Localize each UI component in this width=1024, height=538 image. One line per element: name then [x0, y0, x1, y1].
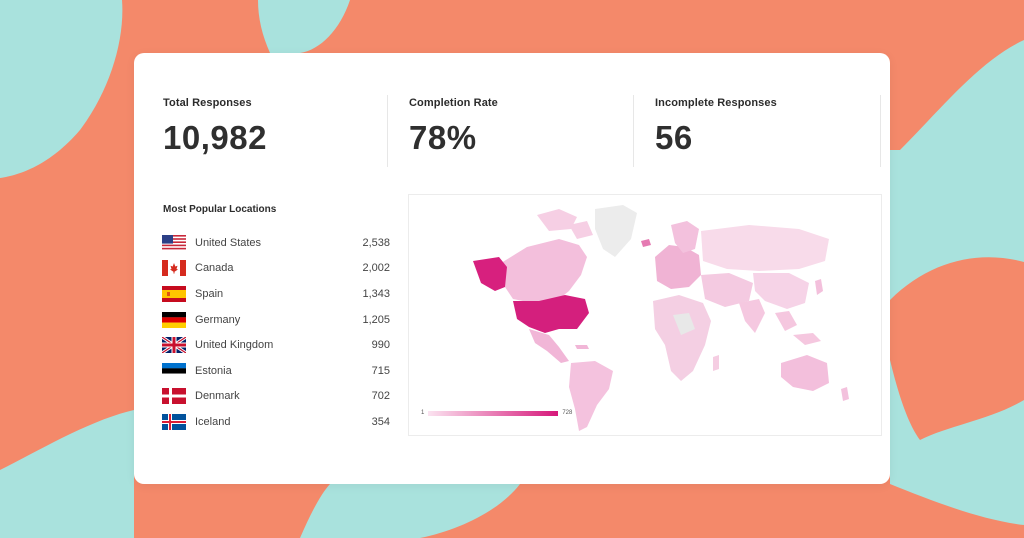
list-item: Iceland 354: [162, 409, 390, 435]
flag-dk-icon: [162, 388, 186, 405]
location-count: 715: [371, 364, 390, 377]
stat-completion-rate: Completion Rate 78%: [409, 97, 639, 157]
legend-max-label: 728: [562, 410, 573, 416]
stat-label: Incomplete Responses: [655, 97, 777, 109]
list-item: Spain 1,343: [162, 281, 390, 307]
location-name: Estonia: [195, 364, 232, 377]
location-count: 702: [371, 390, 390, 403]
location-count: 354: [371, 415, 390, 428]
location-count: 1,343: [362, 287, 390, 300]
world-map-graphic: [473, 205, 849, 431]
flag-ee-icon: [162, 362, 186, 379]
list-item: United Kingdom 990: [162, 332, 390, 358]
flag-gb-icon: [162, 337, 186, 354]
location-name: United Kingdom: [195, 339, 274, 352]
legend-min-label: 1: [421, 410, 425, 416]
stat-label: Completion Rate: [409, 97, 498, 109]
flag-de-icon: [162, 311, 186, 328]
location-name: Canada: [195, 262, 234, 275]
stat-total-responses: Total Responses 10,982: [163, 97, 393, 157]
list-item: Estonia 715: [162, 358, 390, 384]
location-name: Spain: [195, 287, 224, 300]
location-count: 1,205: [362, 313, 390, 326]
divider: [387, 95, 388, 167]
list-item: Germany 1,205: [162, 307, 390, 333]
flag-ca-icon: [162, 260, 186, 277]
divider: [633, 95, 634, 167]
flag-es-icon: [162, 285, 186, 302]
location-count: 2,538: [362, 236, 390, 249]
location-name: Germany: [195, 313, 241, 326]
location-count: 2,002: [362, 262, 390, 275]
legend-gradient-bar: [428, 410, 559, 416]
map-legend: 1 728: [421, 408, 572, 418]
list-item: United States 2,538: [162, 230, 390, 256]
locations-title: Most Popular Locations: [163, 204, 277, 215]
stat-value: 78%: [409, 119, 477, 156]
flag-is-icon: [162, 413, 186, 430]
list-item: Canada 2,002: [162, 256, 390, 282]
location-name: United States: [195, 236, 262, 249]
stat-value: 10,982: [163, 119, 267, 156]
flag-us-icon: [162, 234, 186, 251]
divider: [880, 95, 881, 167]
stat-value: 56: [655, 119, 693, 156]
location-name: Denmark: [195, 390, 240, 403]
dashboard-card: Total Responses 10,982 Completion Rate 7…: [134, 53, 890, 484]
location-count: 990: [371, 339, 390, 352]
location-name: Iceland: [195, 415, 231, 428]
world-map: 1 728: [408, 194, 882, 436]
stat-incomplete-responses: Incomplete Responses 56: [655, 97, 885, 157]
stat-label: Total Responses: [163, 97, 252, 109]
list-item: Denmark 702: [162, 384, 390, 410]
locations-list: United States 2,538 Canada 2,002 Spain 1…: [162, 230, 390, 435]
